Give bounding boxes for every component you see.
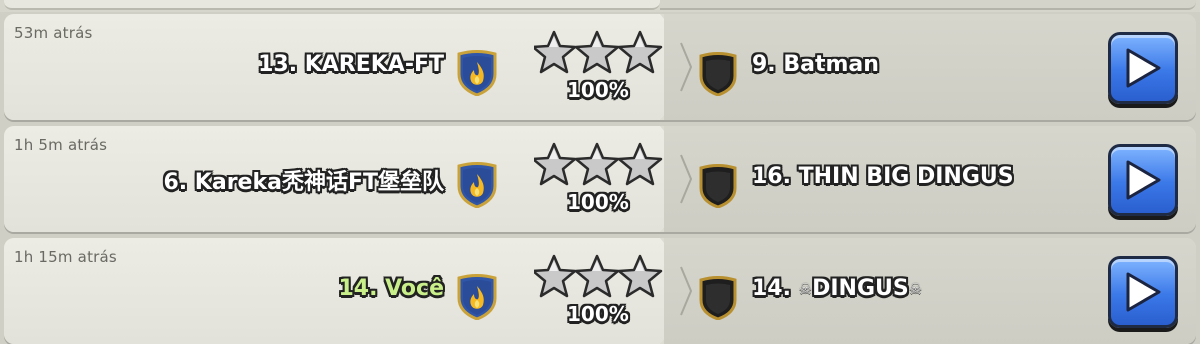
enemy-clan-badge-icon <box>699 164 737 208</box>
chevron-divider-icon <box>680 42 692 92</box>
replay-button[interactable] <box>1108 32 1178 104</box>
defender-name-text: 16. THIN BIG DINGUS <box>752 164 1014 189</box>
play-icon <box>1126 48 1161 88</box>
previous-row-defender-edge <box>660 0 1196 10</box>
skull-icon: ☠ <box>908 280 923 298</box>
clan-badge-icon <box>457 50 497 96</box>
stars-earned-icon <box>534 30 663 74</box>
clan-badge-icon <box>457 162 497 208</box>
attacker-name: 6. Kareka秃神话FT堡垒队 <box>163 170 444 195</box>
destruction-percent: 100% <box>567 78 629 102</box>
attack-time: 53m atrás <box>14 24 93 42</box>
replay-button[interactable] <box>1108 144 1178 216</box>
attack-time: 1h 5m atrás <box>14 136 108 154</box>
defender-name: 9. Batman <box>752 52 879 77</box>
attack-time: 1h 15m atrás <box>14 248 117 266</box>
attack-row: 1h 15m atrás 14. Você 100% 14. ☠DINGUS☠ <box>4 238 1196 344</box>
attack-row: 1h 5m atrás 6. Kareka秃神话FT堡垒队 100% 16. T… <box>4 126 1196 232</box>
stars-earned-icon <box>534 142 663 186</box>
enemy-clan-badge-icon <box>699 276 737 320</box>
chevron-divider-icon <box>680 154 692 204</box>
clan-badge-icon <box>457 274 497 320</box>
previous-row-edge <box>0 0 1200 12</box>
stars-earned-icon <box>534 254 663 298</box>
chevron-divider-icon <box>680 266 692 316</box>
attacker-name-self: 14. Você <box>338 276 444 301</box>
replay-button[interactable] <box>1108 256 1178 328</box>
attacker-name: 13. KAREKA-FT <box>258 52 444 77</box>
destruction-percent: 100% <box>567 302 629 326</box>
play-icon <box>1126 160 1161 200</box>
defender-name: 16. THIN BIG DINGUS <box>752 164 1014 189</box>
enemy-clan-badge-icon <box>699 52 737 96</box>
defender-name: 14. ☠DINGUS☠ <box>752 276 922 301</box>
skull-icon: ☠ <box>798 280 813 298</box>
destruction-percent: 100% <box>567 190 629 214</box>
defender-name-text: DINGUS <box>812 276 909 301</box>
play-icon <box>1126 272 1161 312</box>
defender-name-text: 9. Batman <box>752 52 879 77</box>
previous-row-attacker-edge <box>4 0 660 10</box>
defender-name-prefix: 14. <box>752 276 799 301</box>
attack-row: 53m atrás 13. KAREKA-FT 100% 9. Batman <box>4 14 1196 120</box>
